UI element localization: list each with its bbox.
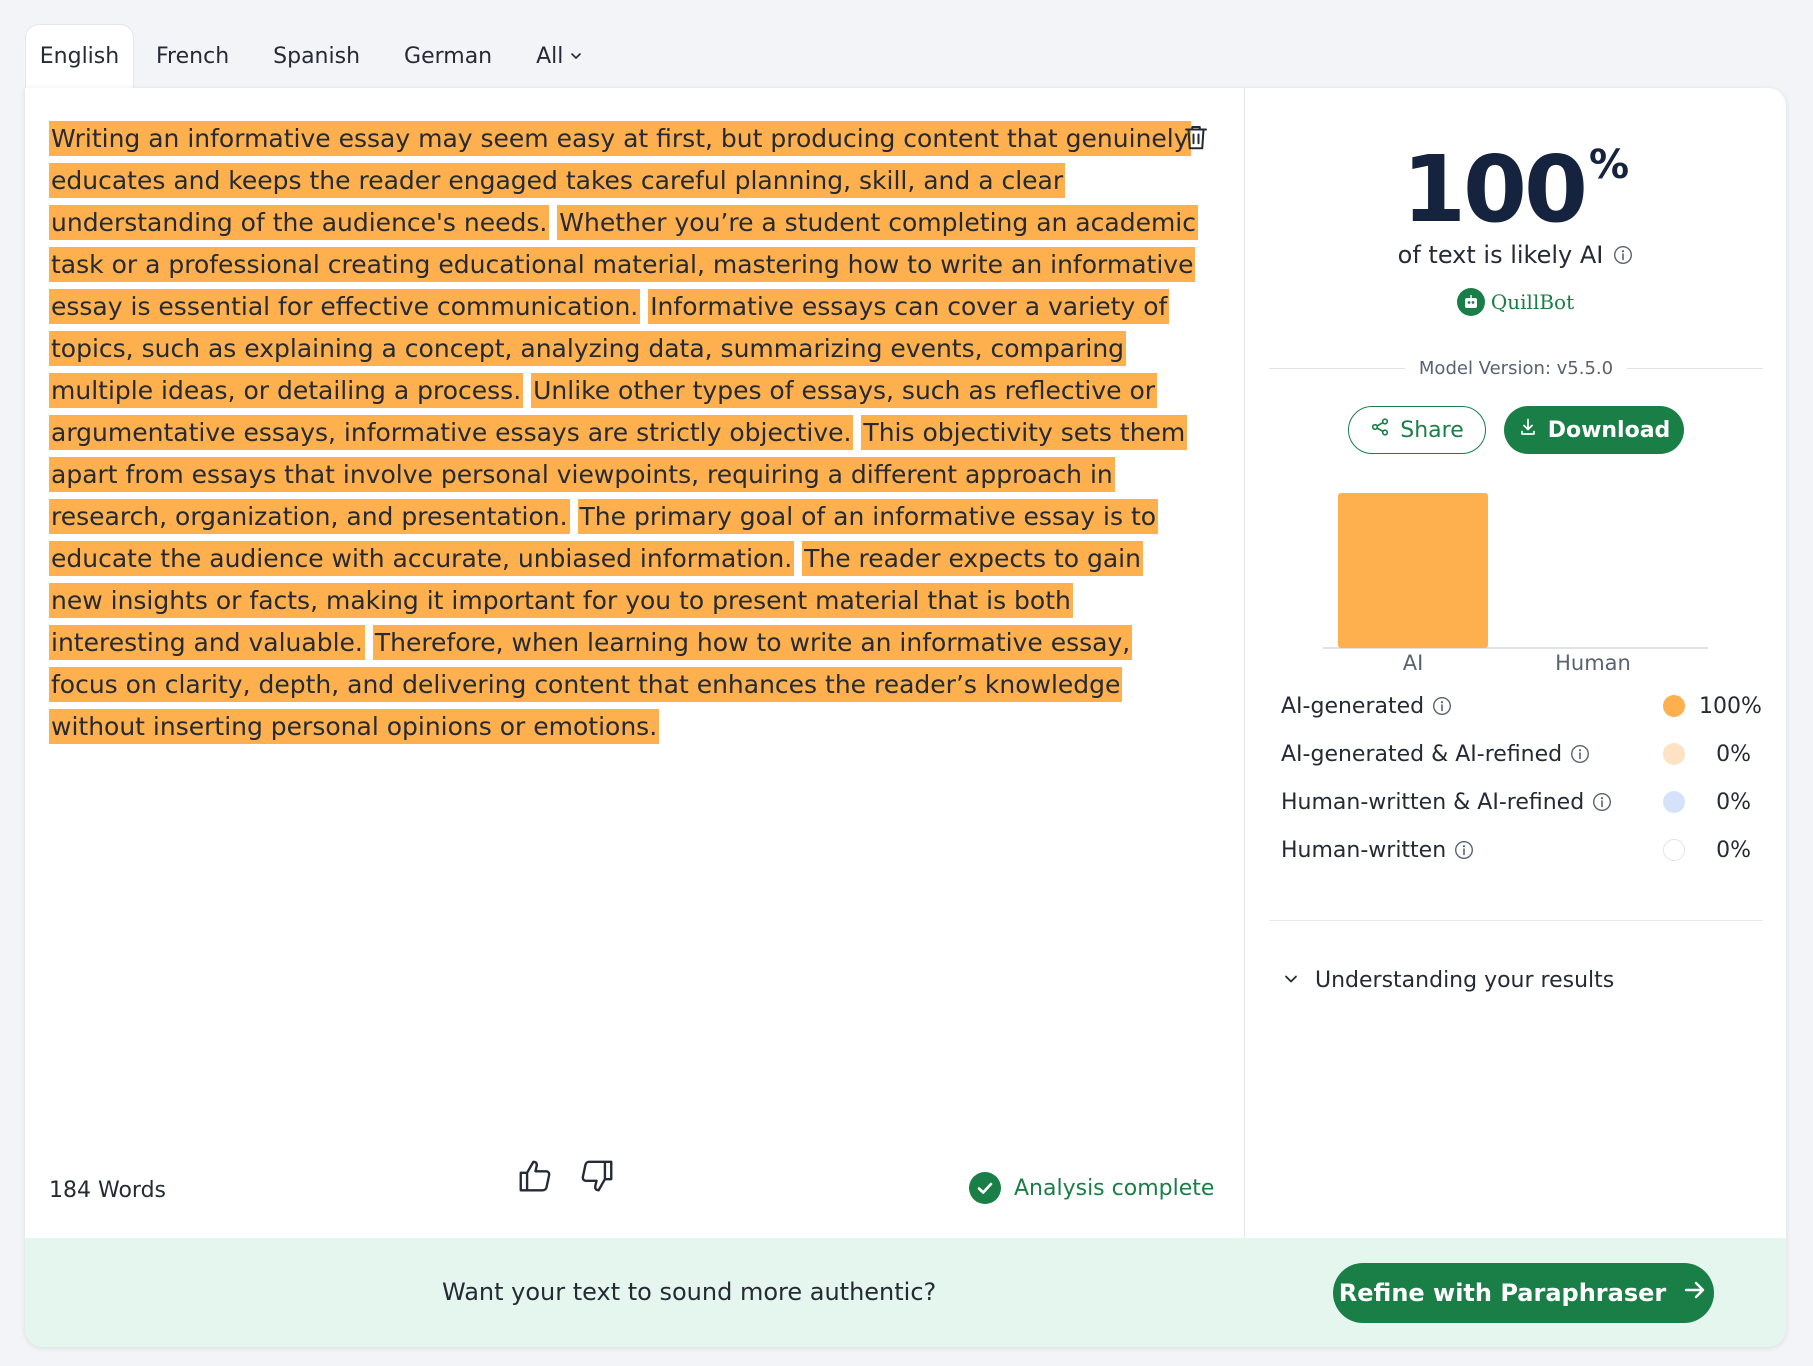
banner-text: Want your text to sound more authentic? [442,1278,937,1306]
score-value: 100 [1401,136,1588,243]
download-button[interactable]: Download [1504,406,1684,454]
legend-dot [1663,695,1685,717]
breakdown-row: Human-written 0% [1281,826,1751,874]
breakdown-label: AI-generated & AI-refined [1281,742,1590,767]
divider [1269,367,1405,369]
breakdown-row: Human-written & AI-refined 0% [1281,778,1751,826]
detector-card: Writing an informative essay may seem ea… [25,88,1786,1347]
language-tabs: English French Spanish German All [25,24,605,88]
trash-icon[interactable] [1179,120,1213,154]
legend-dot [1663,743,1685,765]
refine-with-paraphraser-button[interactable]: Refine with Paraphraser [1333,1263,1714,1323]
result-actions: Share Download [1348,406,1684,454]
model-version: Model Version: v5.5.0 [1418,357,1614,379]
tab-all-label: All [536,43,564,69]
score-breakdown: AI-generated 100% AI-generated & AI-refine… [1281,682,1762,874]
breakdown-value: 0% [1716,789,1751,815]
info-icon[interactable] [1432,696,1452,716]
ai-score: 100% [1245,136,1786,243]
info-icon[interactable] [1570,744,1590,764]
legend-dot [1663,791,1685,813]
score-unit: % [1588,142,1630,188]
share-icon [1370,417,1390,443]
brand-name: QuillBot [1490,290,1575,314]
breakdown-label: AI-generated [1281,694,1452,719]
info-icon[interactable] [1592,792,1612,812]
tab-all-languages[interactable]: All [514,24,605,88]
download-label: Download [1547,417,1671,443]
share-button[interactable]: Share [1348,406,1486,454]
results-panel: 100% of text is likely AI QuillBot Model… [1245,88,1786,1238]
score-label: of text is likely AI [1397,241,1604,269]
divider [1269,920,1763,921]
text-editor[interactable]: Writing an informative essay may seem ea… [25,88,1244,1238]
chevron-down-icon [1283,968,1299,993]
understanding-label: Understanding your results [1315,968,1615,993]
analysis-status: Analysis complete [969,1172,1214,1204]
breakdown-row: AI-generated 100% [1281,682,1762,730]
chart-category-label: AI [1403,651,1424,675]
breakdown-row: AI-generated & AI-refined 0% [1281,730,1751,778]
breakdown-label: Human-written & AI-refined [1281,790,1612,815]
info-icon[interactable] [1613,245,1633,265]
breakdown-label: Human-written [1281,838,1474,863]
divider [1627,367,1764,369]
breakdown-label-text: Human-written & AI-refined [1281,789,1585,815]
arrow-right-icon [1682,1277,1708,1309]
tab-spanish[interactable]: Spanish [251,24,382,88]
breakdown-label-text: AI-generated [1281,693,1425,719]
thumbs-down-icon[interactable] [577,1156,617,1196]
breakdown-label-text: Human-written [1281,837,1447,863]
analyzed-text[interactable]: Writing an informative essay may seem ea… [49,118,1199,748]
download-icon [1518,417,1538,443]
chevron-down-icon [569,44,583,69]
tab-german[interactable]: German [382,24,514,88]
score-caption: of text is likely AI [1245,241,1786,269]
share-label: Share [1400,417,1464,443]
brand: QuillBot [1245,288,1786,316]
quillbot-logo-icon [1456,288,1485,316]
breakdown-value: 0% [1716,837,1751,863]
feedback-buttons [515,1156,617,1196]
chart-category-label: Human [1555,651,1631,675]
breakdown-label-text: AI-generated & AI-refined [1281,741,1563,767]
status-text: Analysis complete [1014,1175,1215,1201]
thumbs-up-icon[interactable] [515,1156,555,1196]
check-circle-icon [969,1172,1001,1204]
tab-french[interactable]: French [134,24,251,88]
chart-bar-ai [1338,493,1488,648]
understanding-results-toggle[interactable]: Understanding your results [1283,968,1614,993]
legend-dot [1663,839,1685,861]
model-version-row: Model Version: v5.5.0 [1269,356,1764,380]
breakdown-value: 100% [1699,693,1762,719]
refine-label: Refine with Paraphraser [1338,1279,1667,1307]
breakdown-value: 0% [1716,741,1751,767]
paraphraser-banner: Want your text to sound more authentic? … [25,1238,1786,1347]
word-count: 184 Words [49,1178,166,1203]
info-icon[interactable] [1454,840,1474,860]
tab-english[interactable]: English [25,24,134,88]
